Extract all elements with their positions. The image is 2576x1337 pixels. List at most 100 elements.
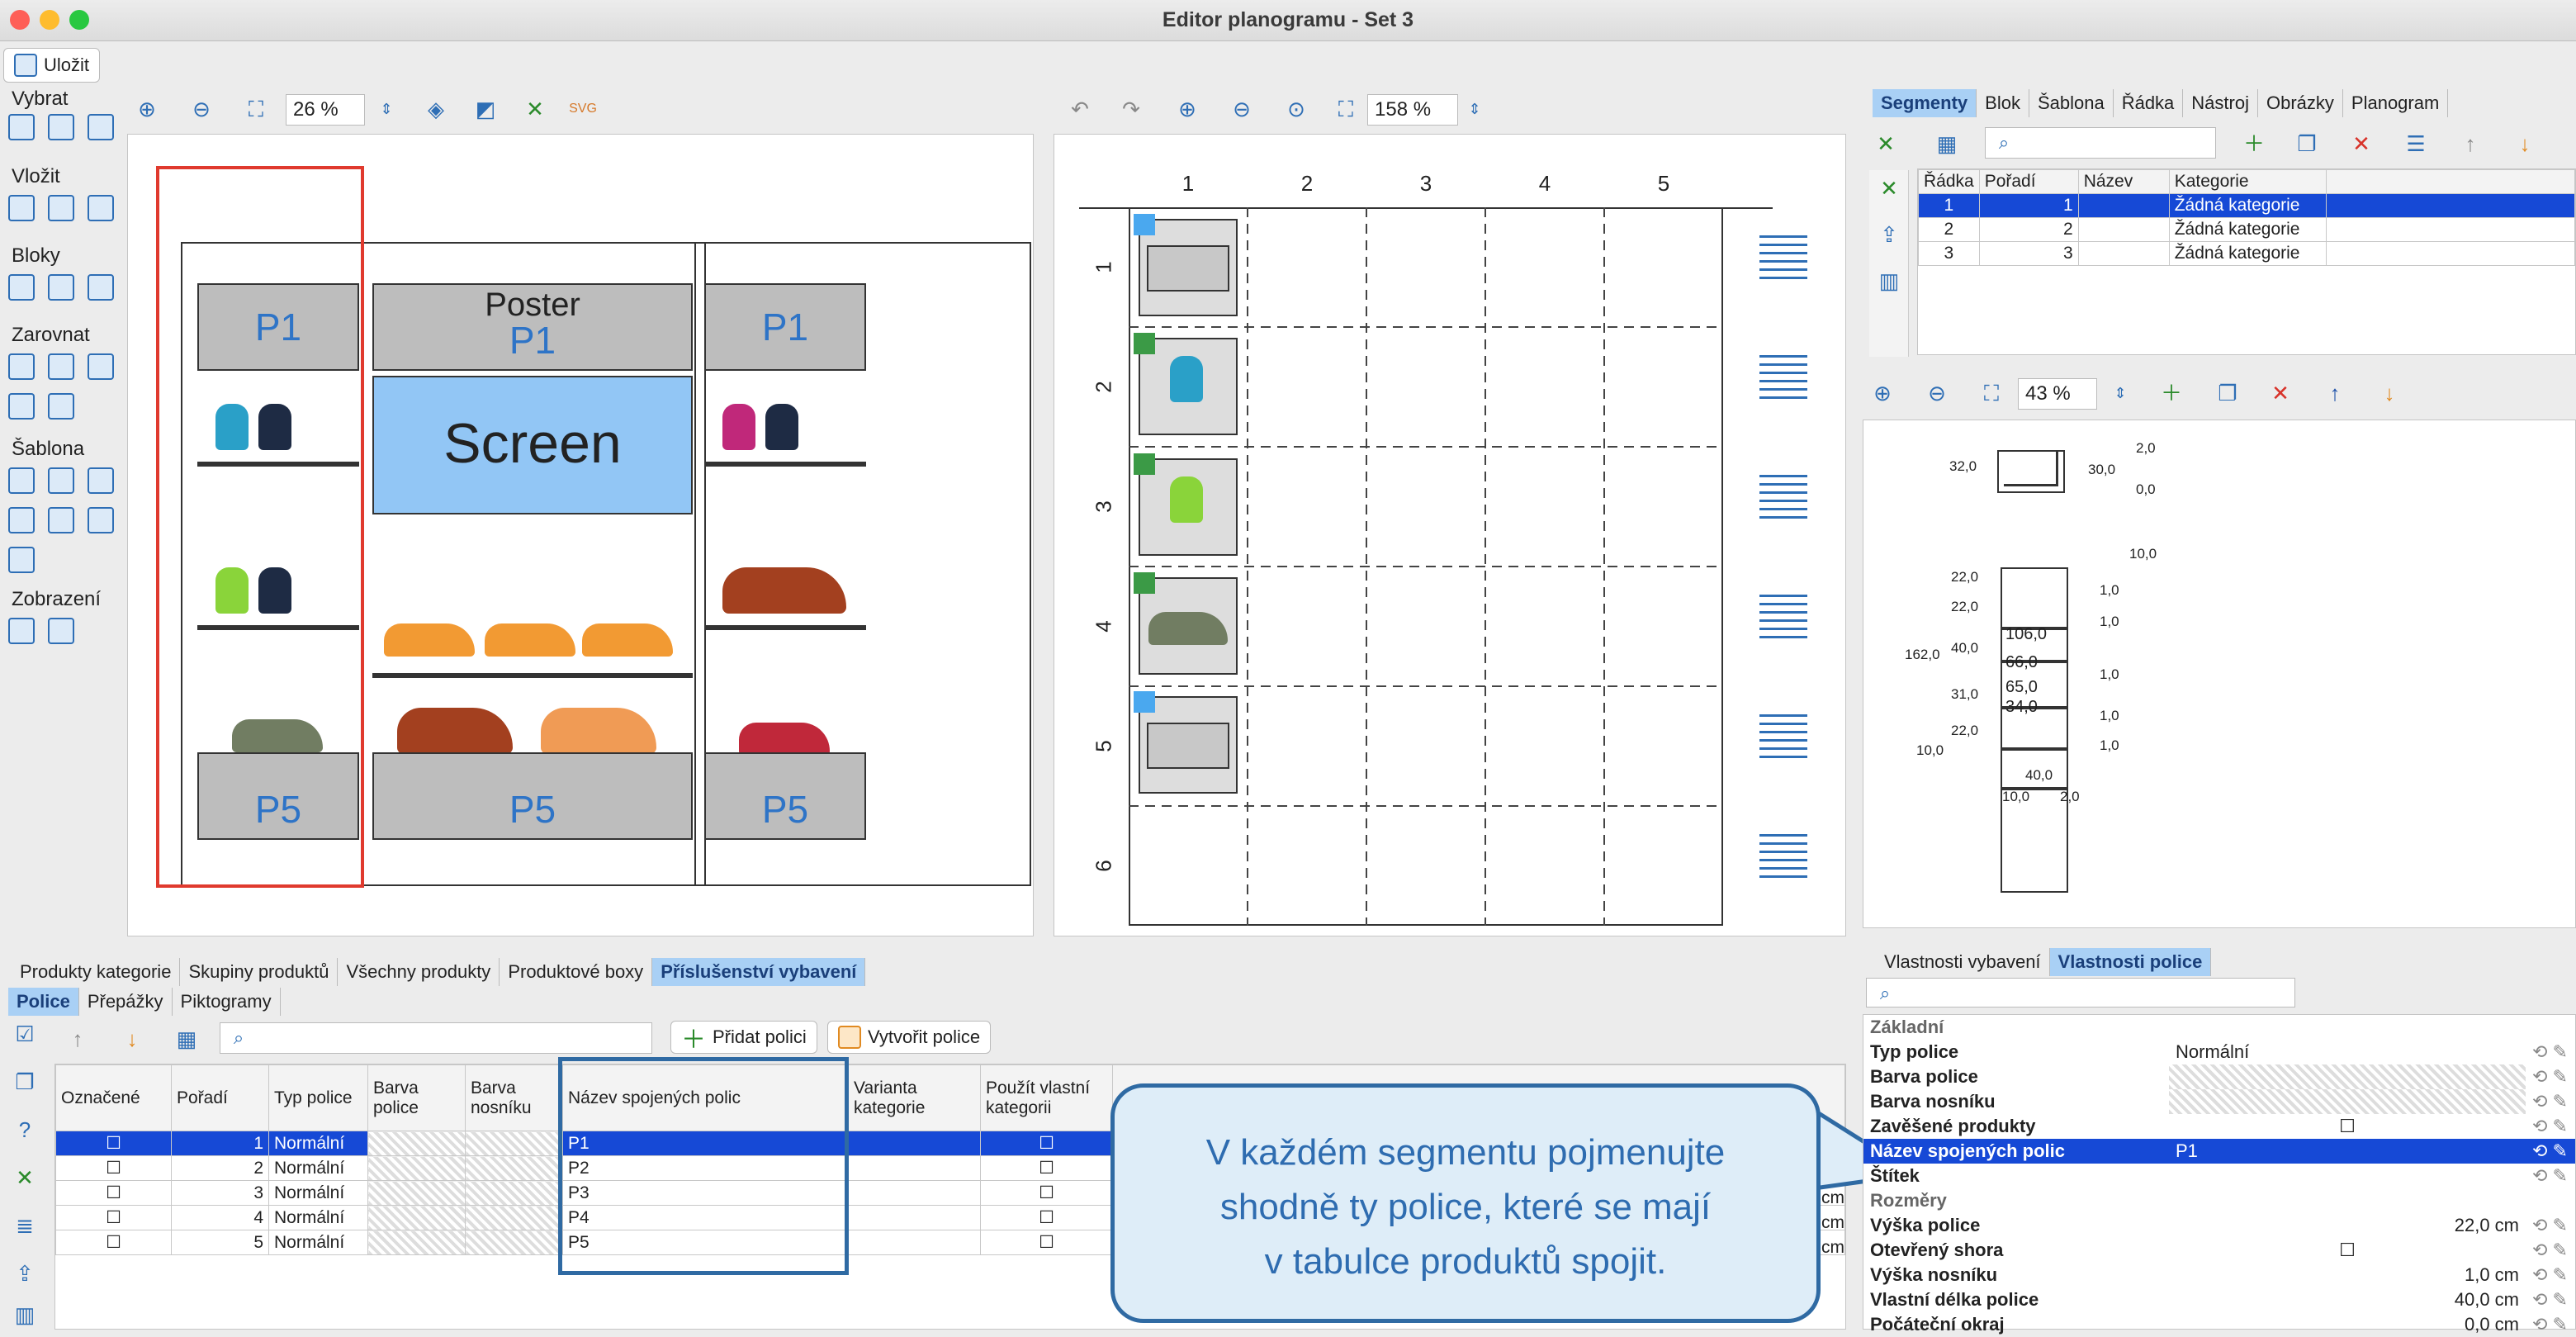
tab-product-groups[interactable]: Skupiny produktů [180,958,339,986]
help-icon[interactable]: ? [10,1115,40,1145]
insert-shelf-icon[interactable] [8,195,35,221]
product-glove[interactable] [765,404,798,450]
add-shelf-button[interactable]: ＋ Přidat polici [670,1021,817,1054]
prop-row[interactable]: Výška nosníku 1,0 cm ⟲ ✎ [1863,1263,2575,1287]
prop-row[interactable]: Štítek ⟲ ✎ [1863,1164,2575,1188]
tab-tool[interactable]: Nástroj [2183,89,2258,117]
check-icon[interactable]: ☑ [10,1019,40,1049]
tab-segments[interactable]: Segmenty [1873,89,1977,117]
row-handles[interactable] [1759,235,1807,884]
excel-icon[interactable]: ✕ [520,94,550,124]
excel-csv-icon[interactable]: ✕ [1871,129,1901,159]
svg-export-icon[interactable]: SVG [568,94,598,124]
template-a-icon[interactable] [8,467,35,494]
property-grid[interactable]: Základní Typ police Normální ⟲ ✎ Barva pol… [1863,1014,2576,1335]
product-shoe[interactable] [739,723,830,756]
pick-icon[interactable]: ◈ [421,94,451,124]
stats-icon[interactable]: ▥ [1874,266,1904,296]
tab-all-products[interactable]: Všechny produkty [338,958,500,986]
align-right-icon[interactable] [88,353,114,380]
segment-selection[interactable] [156,166,364,888]
prop-row[interactable]: Vlastní délka police 40,0 cm ⟲ ✎ [1863,1287,2575,1312]
select-grid-icon[interactable] [48,114,74,140]
fit-icon[interactable]: ⛶ [1331,94,1361,124]
tab-shelf-properties[interactable]: Vlastnosti police [2049,948,2212,976]
template-f-icon[interactable] [88,507,114,533]
list-icon[interactable]: ☰ [2401,129,2431,159]
tab-planogram[interactable]: Planogram [2343,89,2449,117]
shelf-search-input[interactable]: ⌕ [220,1022,652,1054]
chart-icon[interactable]: ◩ [471,94,500,124]
property-search-input[interactable]: ⌕ [1866,978,2295,1007]
segment-search-input[interactable]: ⌕ [1985,127,2216,159]
product-glove[interactable] [722,404,755,450]
tab-category-products[interactable]: Produkty kategorie [12,958,181,986]
zoom-stepper-icon[interactable]: ⇕ [1460,94,1489,124]
zoom-in-icon[interactable]: ⊕ [1172,94,1202,124]
undo-icon[interactable]: ↶ [1065,94,1095,124]
table-row[interactable]: 2 2 Žádná kategorie [1918,217,2576,242]
zoom-stepper-icon[interactable]: ⇕ [2105,378,2135,408]
table-row[interactable]: 3 3 Žádná kategorie [1918,241,2576,266]
import-icon[interactable]: ⇪ [10,1259,40,1288]
product-boot[interactable] [397,708,513,754]
template-e-icon[interactable] [48,507,74,533]
tab-block[interactable]: Blok [1977,89,2029,117]
align-left-icon[interactable] [8,353,35,380]
product-sneaker[interactable] [384,623,475,657]
save-button[interactable]: Uložit [3,48,101,83]
move-down-icon[interactable]: ↓ [117,1024,147,1054]
prop-row[interactable]: Typ police Normální ⟲ ✎ [1863,1040,2575,1064]
add-icon[interactable]: ＋ [2157,378,2186,408]
tab-product-boxes[interactable]: Produktové boxy [500,958,653,986]
duplicate-icon[interactable]: ❐ [2292,129,2322,159]
tab-pictograms[interactable]: Piktogramy [173,988,281,1016]
zoom-field[interactable]: 26 % [286,94,365,126]
prop-row[interactable]: Název spojených polic P1 ⟲ ✎ [1863,1139,2575,1164]
insert-text-icon[interactable] [88,195,114,221]
copy-icon[interactable]: ❐ [10,1067,40,1097]
zoom-search-icon[interactable]: ⊙ [1281,94,1311,124]
align-justify-icon[interactable] [8,393,35,420]
segment-table[interactable]: Řádka Pořadí Název Kategorie 1 1 Žádná katego… [1917,168,2576,355]
prop-row[interactable]: Barva nosníku ⟲ ✎ [1863,1089,2575,1114]
create-shelves-button[interactable]: Vytvořit police [827,1021,992,1054]
zoom-out-icon[interactable]: ⊖ [1922,378,1952,408]
tab-row[interactable]: Řádka [2114,89,2184,117]
select-arrow-icon[interactable] [8,114,35,140]
tab-fixture-properties[interactable]: Vlastnosti vybavení [1876,948,2050,976]
template-d-icon[interactable] [8,507,35,533]
redo-icon[interactable]: ↷ [1116,94,1146,124]
columns-icon[interactable]: ▦ [172,1024,201,1054]
prop-row[interactable]: Otevřený shora ☐ ⟲ ✎ [1863,1238,2575,1263]
tab-template[interactable]: Šablona [2029,89,2114,117]
tab-images[interactable]: Obrázky [2258,89,2343,117]
excel-icon[interactable]: ✕ [10,1163,40,1192]
view-list-icon[interactable] [48,618,74,644]
zoom-stepper-icon[interactable]: ⇕ [372,94,401,124]
import-icon[interactable]: ⇪ [1874,220,1904,249]
zoom-out-icon[interactable]: ⊖ [1227,94,1257,124]
align-center-icon[interactable] [48,353,74,380]
tab-dividers[interactable]: Přepážky [79,988,173,1016]
select-segment-icon[interactable] [88,114,114,140]
delete-icon[interactable]: ✕ [2266,378,2295,408]
product-boot[interactable] [722,567,846,614]
prop-row[interactable]: Zavěšené produkty ☐ ⟲ ✎ [1863,1114,2575,1139]
mirror-icon[interactable] [8,547,35,573]
prop-row[interactable]: Barva police ⟲ ✎ [1863,1064,2575,1089]
move-up-icon[interactable]: ↑ [2320,378,2350,408]
zoom-out-icon[interactable]: ⊖ [187,94,216,124]
template-b-icon[interactable] [48,467,74,494]
prop-row[interactable]: Výška police 22,0 cm ⟲ ✎ [1863,1213,2575,1238]
template-c-icon[interactable] [88,467,114,494]
fit-icon[interactable]: ⛶ [1977,378,2006,408]
add-icon[interactable]: ＋ [2239,129,2269,159]
zoom-field[interactable]: 43 % [2018,378,2097,410]
block-b-icon[interactable] [48,274,74,301]
move-up-icon[interactable]: ↑ [63,1024,92,1054]
duplicate-icon[interactable]: ❐ [2213,378,2242,408]
tab-shelves[interactable]: Police [8,988,79,1016]
insert-product-icon[interactable] [48,195,74,221]
csv-icon[interactable]: ✕ [1874,173,1904,203]
